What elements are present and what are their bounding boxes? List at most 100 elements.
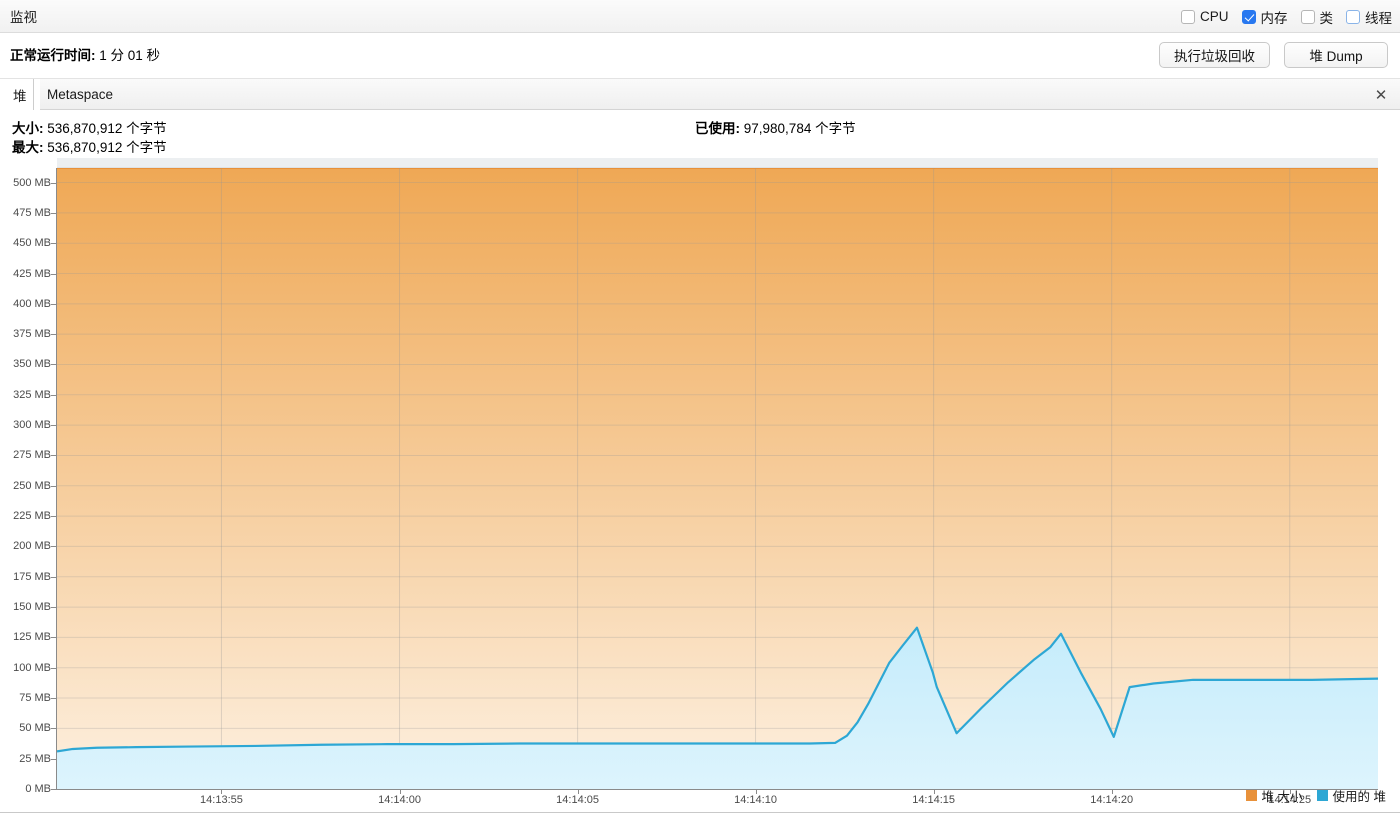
window-titlebar: 监视 CPU 内存 类 线程 <box>0 0 1400 33</box>
y-axis-tick-label: 200 MB <box>13 540 51 553</box>
chart-top-strip <box>57 158 1378 168</box>
legend-item[interactable]: 堆 大小 <box>1245 786 1303 805</box>
checkmark-icon[interactable] <box>1241 9 1256 24</box>
y-axis-tick-mark <box>51 425 56 427</box>
y-axis-tick-label: 475 MB <box>13 206 51 219</box>
heap-used-label: 已使用: <box>695 121 740 136</box>
x-axis-tick-mark <box>221 789 223 794</box>
legend-label: 使用的 堆 <box>1332 790 1386 804</box>
checkbox-box-icon[interactable] <box>1300 9 1315 24</box>
y-axis-tick-mark <box>51 758 56 760</box>
y-axis-tick-label: 300 MB <box>13 419 51 432</box>
y-axis-tick-label: 400 MB <box>13 297 51 310</box>
y-axis-tick-label: 150 MB <box>13 601 51 614</box>
y-axis-tick-mark <box>51 273 56 275</box>
x-axis-tick-label: 14:14:20 <box>1090 794 1134 806</box>
heap-max-row: 最大: 536,870,912 个字节 <box>12 136 167 156</box>
heap-max-value: 536,870,912 个字节 <box>47 140 167 155</box>
heap-size-row: 大小: 536,870,912 个字节 <box>12 117 167 137</box>
x-axis-line <box>56 789 1378 790</box>
y-axis-tick-mark <box>51 303 56 305</box>
checkbox-classes[interactable]: 类 <box>1300 7 1334 27</box>
y-axis-tick-label: 50 MB <box>19 722 51 735</box>
y-axis-tick-mark <box>51 607 56 609</box>
checkbox-memory-label: 内存 <box>1260 10 1288 26</box>
y-axis-tick-mark <box>51 516 56 518</box>
x-axis-tick-label: 14:14:00 <box>378 794 421 806</box>
y-axis-tick-label: 100 MB <box>13 661 51 674</box>
y-axis-tick-mark <box>51 728 56 730</box>
y-axis-tick-label: 350 MB <box>13 358 51 371</box>
y-axis-tick-label: 325 MB <box>13 388 51 401</box>
chart-legend: 堆 大小 使用的 堆 <box>1245 786 1386 805</box>
y-axis-tick-mark <box>51 182 56 184</box>
y-axis-tick-label: 25 MB <box>19 752 51 765</box>
checkbox-cpu[interactable]: CPU <box>1180 9 1229 24</box>
x-axis-tick-label: 14:14:15 <box>912 794 956 806</box>
y-axis-tick-mark <box>51 789 56 790</box>
y-axis-tick-label: 500 MB <box>13 176 51 189</box>
checkbox-memory[interactable]: 内存 <box>1241 7 1288 27</box>
uptime-label: 正常运行时间: <box>10 48 96 63</box>
checkbox-threads-label: 线程 <box>1365 10 1392 26</box>
uptime-toolbar: 正常运行时间: 1 分 01 秒 执行垃圾回收 堆 Dump <box>0 33 1400 79</box>
x-axis-tick-mark <box>577 789 579 794</box>
close-icon[interactable]: ✕ <box>1372 79 1390 110</box>
y-axis-tick-mark <box>51 485 56 487</box>
y-axis-tick-mark <box>51 546 56 548</box>
checkbox-threads[interactable]: 线程 <box>1346 7 1392 27</box>
legend-label: 堆 大小 <box>1261 790 1303 804</box>
action-button-group: 执行垃圾回收 堆 Dump <box>1159 42 1388 68</box>
y-axis-tick-mark <box>51 455 56 457</box>
x-axis-tick-mark <box>1111 789 1113 794</box>
chart-plot-area[interactable] <box>57 168 1378 789</box>
heap-size-label: 大小: <box>12 121 44 136</box>
x-axis-tick-mark <box>933 789 935 794</box>
checkbox-box-icon[interactable] <box>1346 9 1360 24</box>
y-axis-tick-mark <box>51 576 56 578</box>
uptime-display: 正常运行时间: 1 分 01 秒 <box>10 44 160 64</box>
x-axis-tick-label: 14:14:10 <box>734 794 777 806</box>
heap-dump-button[interactable]: 堆 Dump <box>1284 42 1388 68</box>
x-axis-tick-label: 14:13:55 <box>200 794 243 806</box>
y-axis-tick-label: 225 MB <box>13 510 51 523</box>
checkbox-classes-label: 类 <box>1319 10 1334 26</box>
memory-chart[interactable]: 0 MB 25 MB 50 MB 75 MB 100 MB 125 MB 150 MB 175… <box>0 158 1400 813</box>
uptime-value: 1 分 01 秒 <box>99 48 161 63</box>
metric-toggle-group: CPU 内存 类 线程 <box>1180 0 1392 33</box>
checkbox-box-icon[interactable] <box>1180 9 1195 24</box>
x-axis-tick-label: 14:14:05 <box>556 794 600 806</box>
heap-info-panel: 大小: 536,870,912 个字节 最大: 536,870,912 个字节 … <box>0 110 1400 158</box>
x-axis-tick-mark <box>399 789 401 794</box>
y-axis-tick-mark <box>51 698 56 700</box>
y-axis-tick-label: 75 MB <box>19 692 51 705</box>
heap-used-value: 97,980,784 个字节 <box>743 121 856 136</box>
checkbox-cpu-label: CPU <box>1199 9 1229 24</box>
memory-pool-tabbar: 堆 Metaspace ✕ <box>0 79 1400 110</box>
legend-swatch-icon <box>1245 790 1257 801</box>
y-axis-tick-label: 450 MB <box>13 237 51 250</box>
y-axis-tick-label: 275 MB <box>13 449 51 462</box>
y-axis-line <box>56 168 57 789</box>
y-axis-tick-label: 175 MB <box>13 570 51 583</box>
y-axis-tick-mark <box>51 212 56 214</box>
y-axis-tick-mark <box>51 637 56 639</box>
y-axis-tick-label: 0 MB <box>25 783 51 795</box>
heap-size-value: 536,870,912 个字节 <box>47 121 167 136</box>
y-axis-tick-mark <box>51 243 56 245</box>
heap-used-row: 已使用: 97,980,784 个字节 <box>695 117 856 137</box>
legend-swatch-icon <box>1316 790 1328 801</box>
legend-item[interactable]: 使用的 堆 <box>1316 786 1386 805</box>
tab-metaspace[interactable]: Metaspace <box>33 79 126 110</box>
y-axis-tick-label: 375 MB <box>13 328 51 341</box>
y-axis-tick-label: 425 MB <box>13 267 51 280</box>
bottom-divider <box>0 812 1400 813</box>
y-axis-tick-label: 250 MB <box>13 479 51 492</box>
page-title: 监视 <box>10 10 37 25</box>
heap-max-label: 最大: <box>12 140 44 155</box>
y-axis-tick-label: 125 MB <box>13 631 51 644</box>
chart-svg <box>57 168 1378 789</box>
y-axis-tick-mark <box>51 334 56 336</box>
perform-gc-button[interactable]: 执行垃圾回收 <box>1159 42 1270 68</box>
y-axis-tick-mark <box>51 394 56 396</box>
